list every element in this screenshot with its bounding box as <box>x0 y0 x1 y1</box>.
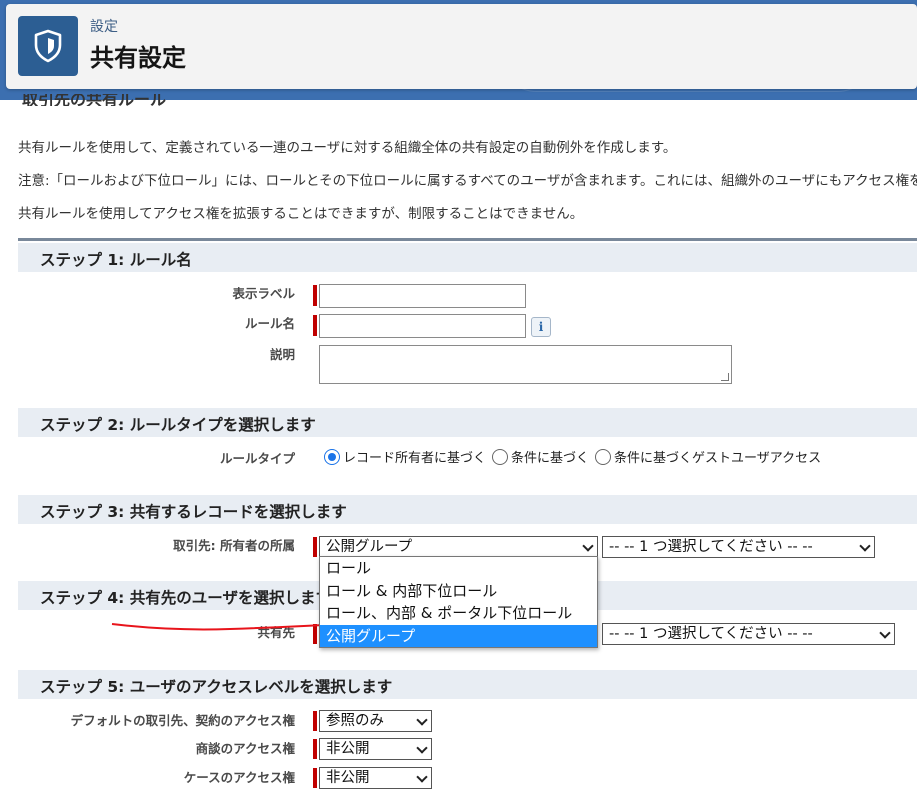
radio-criteria-based[interactable]: 条件に基づく <box>492 447 589 466</box>
description-textarea[interactable] <box>319 345 732 384</box>
select-value: 非公開 <box>326 770 370 786</box>
opportunity-access-select[interactable]: 非公開 <box>319 738 432 760</box>
rule-type-radio-group: レコード所有者に基づく 条件に基づく 条件に基づくゲストユーザアクセス <box>324 447 827 466</box>
required-marker <box>313 285 317 306</box>
dropdown-option[interactable]: ロール、内部 & ポータル下位ロール <box>320 602 597 625</box>
radio-label: 条件に基づく <box>511 451 590 466</box>
step4-title: ステップ 4: 共有先のユーザを選択します <box>40 589 331 607</box>
owner-of-label: 取引先: 所有者の所属 <box>173 538 295 553</box>
label-input[interactable] <box>319 284 526 308</box>
chevron-down-icon <box>416 742 428 754</box>
page-header: 設定 共有設定 <box>6 4 917 89</box>
account-access-label: デフォルトの取引先、契約のアクセス権 <box>70 713 295 728</box>
chevron-down-icon <box>416 771 428 783</box>
info-icon[interactable]: i <box>531 317 551 337</box>
chevron-down-icon <box>582 540 594 552</box>
step5-header: ステップ 5: ユーザのアクセスレベルを選択します <box>18 670 917 699</box>
page-title: 共有設定 <box>90 44 186 72</box>
share-with-group-select[interactable]: -- -- 1 つ選択してください -- -- <box>602 623 895 645</box>
radio-selected-icon[interactable] <box>324 448 340 465</box>
sharing-rule-form: ステップ 1: ルール名 表示ラベル ルール名 i 説明 ステップ 2: ルール… <box>18 238 917 811</box>
radio-owner-based[interactable]: レコード所有者に基づく <box>324 447 486 466</box>
radio-guest-criteria-based[interactable]: 条件に基づくゲストユーザアクセス <box>595 447 821 466</box>
chevron-down-icon <box>416 714 428 726</box>
intro-text-2: 注意:「ロールおよび下位ロール」には、ロールとその下位ロールに属するすべてのユー… <box>18 173 917 189</box>
dropdown-option-selected[interactable]: 公開グループ <box>320 624 597 647</box>
step3-title: ステップ 3: 共有するレコードを選択します <box>40 503 347 521</box>
rule-page-heading: 取引先の共有ルール <box>22 94 167 106</box>
select-value: 公開グループ <box>326 539 413 555</box>
owner-type-dropdown: ロール ロール & 内部下位ロール ロール、内部 & ポータル下位ロール 公開グ… <box>319 556 598 648</box>
shield-icon <box>18 16 78 76</box>
owner-group-select[interactable]: -- -- 1 つ選択してください -- -- <box>602 536 875 558</box>
step2-title: ステップ 2: ルールタイプを選択します <box>40 416 316 434</box>
header-eyebrow[interactable]: 設定 <box>90 16 118 36</box>
case-access-label: ケースのアクセス権 <box>183 770 295 785</box>
opportunity-access-label: 商談のアクセス権 <box>195 741 295 756</box>
radio-icon[interactable] <box>492 448 509 465</box>
owner-type-select[interactable]: 公開グループ <box>319 536 598 558</box>
step1-title: ステップ 1: ルール名 <box>40 251 192 269</box>
page-content: 取引先の共有ルール 共有ルールを使用して、定義されている一連のユーザに対する組織… <box>6 94 917 811</box>
annotation-underline <box>111 623 343 631</box>
step5-title: ステップ 5: ユーザのアクセスレベルを選択します <box>40 678 393 696</box>
step1-header: ステップ 1: ルール名 <box>18 243 917 272</box>
step2-header: ステップ 2: ルールタイプを選択します <box>18 408 917 437</box>
intro-text-3: 共有ルールを使用してアクセス権を拡張することはできますが、制限することはできませ… <box>18 206 584 222</box>
dropdown-option[interactable]: ロール <box>320 557 597 580</box>
required-marker <box>313 711 317 731</box>
dropdown-option[interactable]: ロール & 内部下位ロール <box>320 580 597 603</box>
description-label: 説明 <box>269 347 295 362</box>
chevron-down-icon <box>879 627 891 639</box>
select-value: 非公開 <box>326 741 370 757</box>
rule-name-input[interactable] <box>319 314 526 338</box>
resize-grip-icon[interactable] <box>721 373 729 381</box>
required-marker <box>313 768 317 788</box>
select-value: -- -- 1 つ選択してください -- -- <box>609 626 813 642</box>
required-marker <box>313 537 317 557</box>
chevron-down-icon <box>859 540 871 552</box>
case-access-select[interactable]: 非公開 <box>319 767 432 789</box>
required-marker <box>313 739 317 759</box>
step3-header: ステップ 3: 共有するレコードを選択します <box>18 495 917 524</box>
rule-type-label: ルールタイプ <box>219 451 295 466</box>
label-field-label: 表示ラベル <box>232 286 295 301</box>
account-access-select[interactable]: 参照のみ <box>319 710 432 732</box>
radio-icon[interactable] <box>595 448 612 465</box>
radio-label: 条件に基づくゲストユーザアクセス <box>614 451 822 466</box>
intro-text-1: 共有ルールを使用して、定義されている一連のユーザに対する組織全体の共有設定の自動… <box>18 140 677 156</box>
select-value: -- -- 1 つ選択してください -- -- <box>609 539 813 555</box>
rule-name-label: ルール名 <box>244 316 295 331</box>
required-marker <box>313 315 317 336</box>
radio-label: レコード所有者に基づく <box>343 451 487 466</box>
select-value: 参照のみ <box>326 713 384 729</box>
